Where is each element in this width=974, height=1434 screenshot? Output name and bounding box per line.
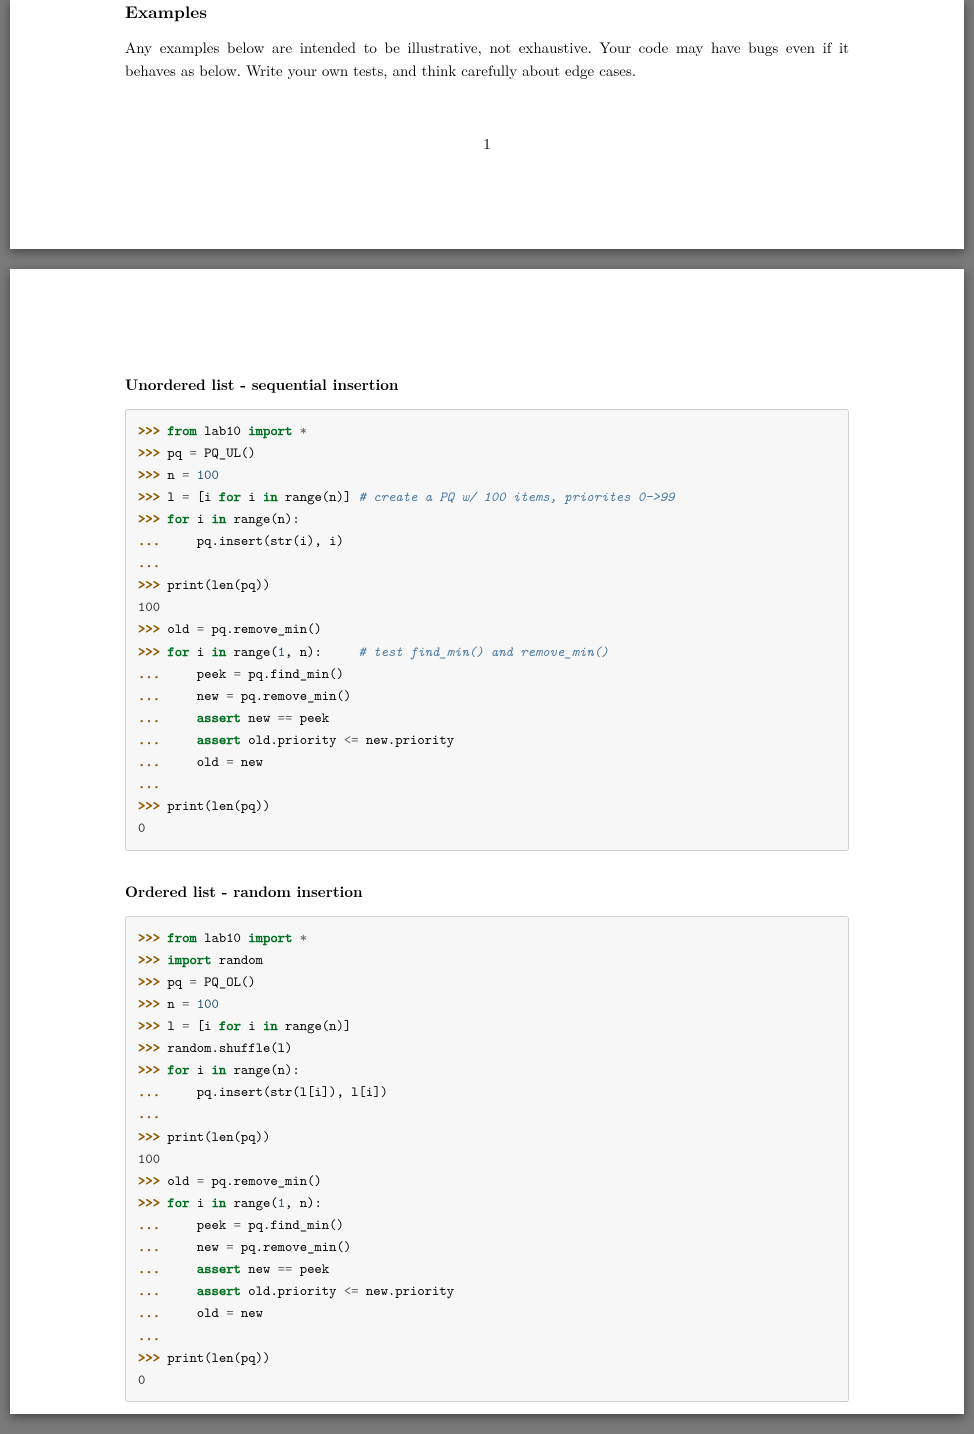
repl-prompt: >>>	[138, 576, 167, 594]
repl-prompt: >>>	[138, 1349, 167, 1367]
page-number-1: 1	[125, 133, 849, 154]
repl-prompt: >>>	[138, 929, 167, 947]
repl-output: 100	[138, 598, 160, 616]
repl-output: 0	[138, 1371, 145, 1389]
repl-continuation: ...	[138, 709, 160, 727]
repl-prompt: >>>	[138, 620, 167, 638]
repl-continuation: ...	[138, 753, 160, 771]
examples-paragraph: Any examples below are intended to be il…	[125, 36, 849, 83]
repl-continuation: ...	[138, 775, 160, 793]
repl-prompt: >>>	[138, 1194, 167, 1212]
repl-prompt: >>>	[138, 466, 167, 484]
code-block-ordered: >>> from lab10 import * >>> import rando…	[125, 916, 849, 1402]
repl-prompt: >>>	[138, 643, 167, 661]
repl-output: 0	[138, 819, 145, 837]
repl-prompt: >>>	[138, 1128, 167, 1146]
repl-prompt: >>>	[138, 951, 167, 969]
repl-prompt: >>>	[138, 1172, 167, 1190]
subsection-ordered: Ordered list - random insertion	[125, 881, 849, 902]
document-page-1: Examples Any examples below are intended…	[10, 0, 964, 249]
repl-continuation: ...	[138, 687, 160, 705]
repl-prompt: >>>	[138, 422, 167, 440]
repl-continuation: ...	[138, 1282, 160, 1300]
repl-continuation: ...	[138, 1327, 160, 1345]
repl-prompt: >>>	[138, 444, 167, 462]
repl-continuation: ...	[138, 665, 160, 683]
repl-continuation: ...	[138, 1216, 160, 1234]
repl-prompt: >>>	[138, 1017, 167, 1035]
repl-prompt: >>>	[138, 1039, 167, 1057]
repl-continuation: ...	[138, 554, 160, 572]
repl-prompt: >>>	[138, 1061, 167, 1079]
examples-heading: Examples	[125, 0, 849, 24]
repl-prompt: >>>	[138, 973, 167, 991]
repl-prompt: >>>	[138, 995, 167, 1013]
repl-continuation: ...	[138, 1304, 160, 1322]
repl-continuation: ...	[138, 1238, 160, 1256]
repl-prompt: >>>	[138, 510, 167, 528]
subsection-unordered: Unordered list - sequential insertion	[125, 374, 849, 395]
document-page-2: Unordered list - sequential insertion >>…	[10, 269, 964, 1414]
repl-continuation: ...	[138, 731, 160, 749]
repl-output: 100	[138, 1150, 160, 1168]
code-block-unordered: >>> from lab10 import * >>> pq = PQ_UL()…	[125, 409, 849, 851]
repl-continuation: ...	[138, 1105, 160, 1123]
repl-continuation: ...	[138, 1260, 160, 1278]
repl-continuation: ...	[138, 532, 160, 550]
repl-prompt: >>>	[138, 797, 167, 815]
repl-prompt: >>>	[138, 488, 167, 506]
repl-continuation: ...	[138, 1083, 160, 1101]
